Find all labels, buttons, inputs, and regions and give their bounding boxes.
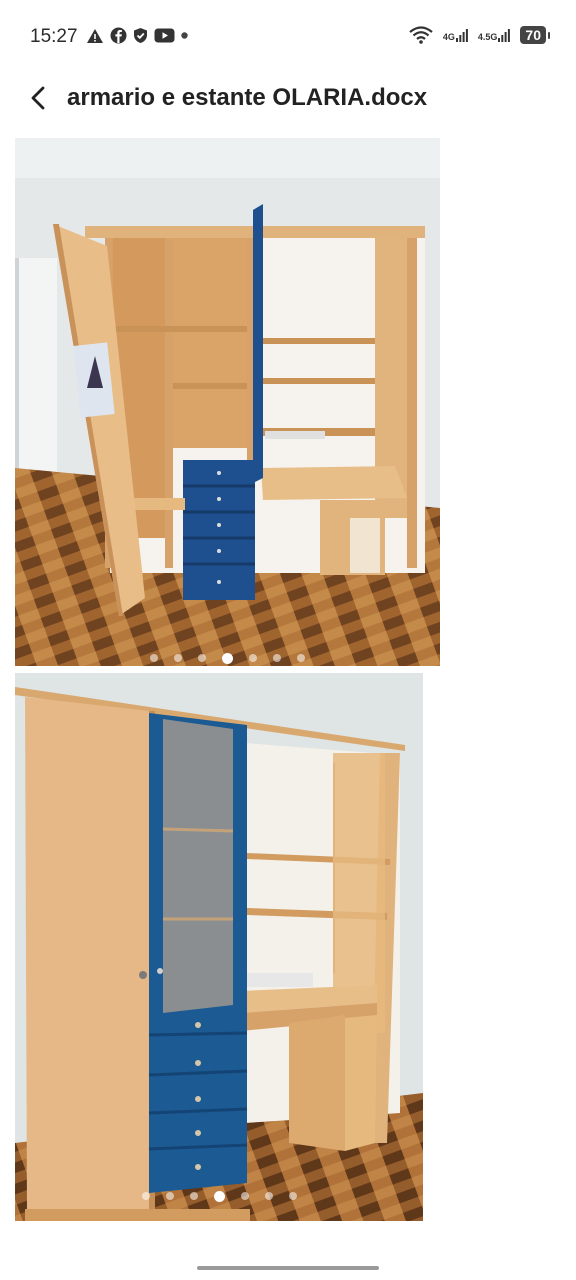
signal-45g-icon: 4.5G [478, 28, 511, 42]
battery-indicator: 70 [520, 26, 550, 44]
carousel-dot-active[interactable] [213, 1190, 225, 1202]
carousel-dot[interactable] [273, 654, 281, 662]
app-bar: armario e estante OLARIA.docx [0, 74, 576, 124]
carousel-dots [15, 1190, 423, 1202]
carousel-dot[interactable] [198, 654, 206, 662]
carousel-dot[interactable] [264, 1192, 273, 1200]
wifi-icon [409, 26, 433, 44]
wardrobe-closed-image [15, 673, 423, 1221]
wardrobe-open-photo[interactable] [15, 138, 440, 666]
status-bar: 15:27 4G 4.5G 70 [0, 0, 576, 74]
carousel-dot-active[interactable] [222, 652, 233, 664]
back-arrow-icon[interactable] [26, 84, 54, 112]
home-gesture-bar[interactable] [197, 1266, 379, 1270]
wardrobe-open-image [15, 138, 440, 666]
carousel-dot[interactable] [165, 1192, 174, 1200]
youtube-icon [154, 28, 175, 43]
carousel-dot[interactable] [297, 654, 305, 662]
carousel-dot[interactable] [174, 654, 182, 662]
wardrobe-closed-photo[interactable] [15, 673, 423, 1221]
signal-4g-icon: 4G [443, 28, 468, 42]
carousel-dots [15, 652, 440, 664]
notification-dot-icon [181, 32, 188, 39]
carousel-dot[interactable] [189, 1192, 198, 1200]
status-time: 15:27 [30, 26, 78, 47]
network-type-1: 4G [442, 32, 455, 42]
network-type-2: 4.5G [477, 32, 498, 42]
facebook-icon [110, 27, 127, 44]
warning-icon [87, 28, 103, 43]
carousel-dot[interactable] [249, 654, 257, 662]
carousel-dot[interactable] [141, 1192, 150, 1200]
document-title: armario e estante OLARIA.docx [67, 84, 428, 111]
carousel-dot[interactable] [150, 654, 158, 662]
status-left-icons [86, 27, 188, 44]
carousel-dot[interactable] [240, 1192, 249, 1200]
carousel-dot[interactable] [288, 1192, 297, 1200]
shield-icon [134, 28, 147, 43]
status-right-icons: 4G 4.5G 70 [409, 26, 550, 44]
